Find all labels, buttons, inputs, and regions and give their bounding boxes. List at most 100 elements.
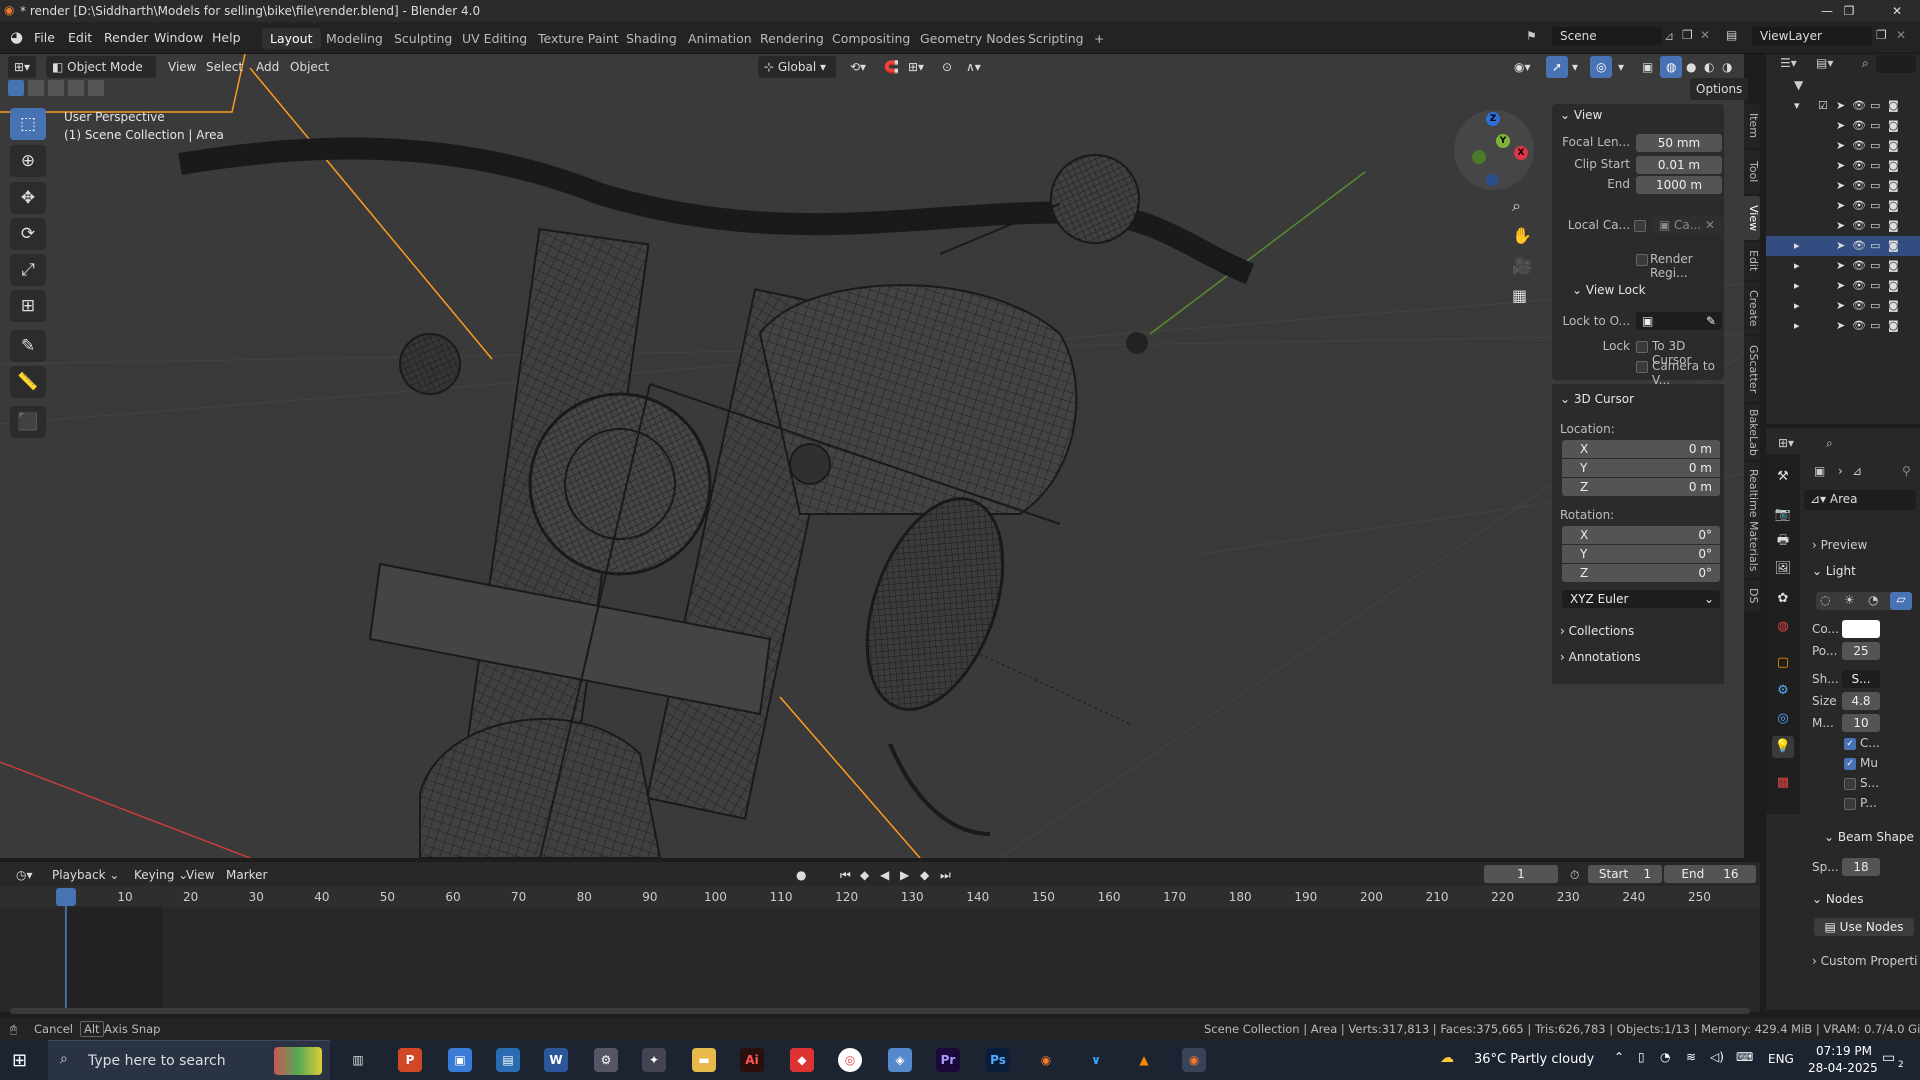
sun-light-icon[interactable]: ☀ (1844, 593, 1855, 607)
cast-shadow-checkbox[interactable]: ✓ (1844, 738, 1856, 750)
sidebar-tab-gscatter[interactable]: GScatter (1744, 336, 1760, 402)
playback-menu[interactable]: Playback ⌄ (46, 864, 125, 886)
local-camera-checkbox[interactable] (1634, 220, 1646, 232)
display-mode-icon[interactable]: ▤▾ (1816, 56, 1833, 70)
powerpoint-icon[interactable]: P (398, 1048, 422, 1072)
pin-icon[interactable]: ⊿ (1664, 29, 1674, 43)
menu-edit[interactable]: Edit (62, 28, 98, 47)
gizmo-x[interactable]: X (1514, 146, 1528, 160)
modifier-tab-icon[interactable]: ⚙ (1772, 680, 1794, 702)
sidebar-tab-realtime-materials[interactable]: Realtime Materials (1744, 462, 1760, 578)
properties-search-icon[interactable]: ⌕ (1826, 436, 1833, 451)
outliner-row[interactable]: ▾ ☑ ➤ 👁 ▭ ◙ (1766, 96, 1920, 116)
select-extend-icon[interactable] (28, 80, 44, 96)
keyboard-icon[interactable]: ⌨ (1736, 1050, 1753, 1064)
view-section-header[interactable]: ⌄ View (1560, 108, 1602, 122)
outliner-row[interactable]: ▸ ➤ 👁 ▭ ◙ (1766, 276, 1920, 296)
outliner-row[interactable]: ➤ 👁 ▭ ◙ (1766, 216, 1920, 236)
prev-keyframe-icon[interactable]: ◆ (854, 864, 875, 886)
blender-icon[interactable]: ◉ (1034, 1048, 1058, 1072)
editor-type-icon[interactable]: ⊞▾ (8, 56, 37, 78)
tab-compositing[interactable]: Compositing (824, 28, 918, 49)
physics-tab-icon[interactable]: ◎ (1772, 708, 1794, 730)
tab-geometry-nodes[interactable]: Geometry Nodes (912, 28, 1033, 49)
stopwatch-icon[interactable]: ⏱ (1564, 864, 1585, 886)
marker-menu[interactable]: Marker (220, 864, 273, 886)
outliner-row[interactable]: ▸ ➤ 👁 ▭ ◙ (1766, 316, 1920, 336)
microsoft365-icon[interactable]: ◈ (888, 1048, 912, 1072)
tab-shading[interactable]: Shading (618, 28, 685, 49)
tab-animation[interactable]: Animation (680, 28, 760, 49)
custom-properties-header[interactable]: › Custom Properti (1812, 954, 1917, 968)
3d-cursor-header[interactable]: ⌄ 3D Cursor (1560, 392, 1634, 406)
options-button[interactable]: Options (1690, 78, 1749, 100)
world-tab-icon[interactable]: ◍ (1772, 616, 1794, 638)
viewport-menu-select[interactable]: Select (200, 56, 249, 78)
word-icon[interactable]: W (544, 1048, 568, 1072)
app-icon[interactable]: ▤ (496, 1048, 520, 1072)
menu-file[interactable]: File (28, 28, 61, 47)
proportional-edit-icon[interactable]: ⊙ (936, 56, 958, 78)
tab-uv-editing[interactable]: UV Editing (454, 28, 535, 49)
max-bounces-field[interactable]: 10 (1842, 714, 1880, 732)
output-tab-icon[interactable]: 🖶 (1772, 530, 1794, 552)
gizmo-y[interactable]: Y (1496, 134, 1510, 148)
rotation-z-field[interactable]: Z 0° (1562, 564, 1720, 582)
scene-selector[interactable]: Scene (1552, 27, 1662, 45)
chrome-icon[interactable]: ◎ (838, 1048, 862, 1072)
outliner-row[interactable]: ➤ 👁 ▭ ◙ (1766, 156, 1920, 176)
object-tab-icon[interactable]: ▢ (1772, 652, 1794, 674)
sidebar-tab-bakelab[interactable]: BakeLab (1744, 404, 1760, 460)
sidebar-tab-ds[interactable]: DS (1744, 580, 1760, 612)
power-field[interactable]: 25 (1842, 642, 1880, 660)
tab-layout[interactable]: Layout (262, 28, 321, 49)
lock-to-object-field[interactable]: ▣ ✎ (1636, 312, 1722, 330)
tab-texture-paint[interactable]: Texture Paint (530, 28, 627, 49)
outliner-editor-icon[interactable]: ☰▾ (1780, 56, 1797, 70)
spread-field[interactable]: 18 (1842, 858, 1880, 876)
outliner-row[interactable]: ➤ 👁 ▭ ◙ (1766, 116, 1920, 136)
weather-text[interactable]: 36°C Partly cloudy (1474, 1052, 1594, 1067)
spot-light-icon[interactable]: ◔ (1868, 593, 1878, 607)
scene-tab-icon[interactable]: ✿ (1772, 588, 1794, 610)
menu-window[interactable]: Window (148, 28, 209, 47)
app-icon[interactable]: ▣ (448, 1048, 472, 1072)
new-viewlayer-icon[interactable]: ❐ (1876, 28, 1887, 42)
light-data-tab-icon[interactable]: 💡 (1772, 736, 1794, 758)
clock-date[interactable]: 28-04-2025 (1808, 1061, 1878, 1075)
mis-checkbox[interactable]: ✓ (1844, 758, 1856, 770)
scene-icon[interactable]: ⚑ (1526, 29, 1537, 43)
add-cube-tool-icon[interactable]: ⬛ (10, 406, 46, 438)
tab-modeling[interactable]: Modeling (318, 28, 391, 49)
pivot-icon[interactable]: ⟲▾ (844, 56, 872, 78)
lock-to-cursor-checkbox[interactable] (1636, 341, 1648, 353)
rotation-x-field[interactable]: X 0° (1562, 526, 1720, 544)
play-icon[interactable]: ▶ (894, 864, 915, 886)
visibility-icon[interactable]: ◉▾ (1508, 56, 1537, 78)
ortho-toggle-icon[interactable]: ▦ (1512, 286, 1527, 305)
outliner-search-icon[interactable]: ⌕ (1862, 56, 1869, 71)
light-name-field[interactable]: ⊿▾ Area (1804, 490, 1916, 510)
view-lock-header[interactable]: ⌄ View Lock (1572, 283, 1646, 297)
outliner-row[interactable]: ➤ 👁 ▭ ◙ (1766, 136, 1920, 156)
clip-start-field[interactable]: 0.01 m (1636, 156, 1722, 174)
app-icon[interactable]: ⚙ (594, 1048, 618, 1072)
tab-scripting[interactable]: Scripting (1020, 28, 1092, 49)
windows-start-icon[interactable]: ⊞ (12, 1050, 27, 1071)
snap-increment-icon[interactable]: ⊞▾ (902, 56, 930, 78)
new-scene-icon[interactable]: ❐ (1682, 28, 1693, 42)
gizmo-dropdown-icon[interactable]: ▾ (1566, 56, 1584, 78)
filter-icon[interactable]: ▼ (1794, 78, 1803, 92)
add-workspace-button[interactable]: + (1086, 28, 1112, 49)
delete-scene-icon[interactable]: ✕ (1700, 28, 1710, 42)
sidebar-tab-tool[interactable]: Tool (1744, 150, 1760, 194)
rendered-shading-icon[interactable]: ◑ (1716, 56, 1738, 78)
navigation-gizmo[interactable]: Z Y X (1454, 110, 1534, 190)
measure-tool-icon[interactable]: 📏 (10, 366, 46, 398)
photoshop-icon[interactable]: Ps (986, 1048, 1010, 1072)
battery-icon[interactable]: ▯ (1638, 1050, 1645, 1064)
blender-active-icon[interactable]: ◉ (1182, 1048, 1206, 1072)
location-x-field[interactable]: X0 m (1562, 440, 1720, 458)
auto-keying-icon[interactable]: ● (790, 864, 812, 886)
zoom-icon[interactable]: ⌕ (1512, 196, 1521, 216)
